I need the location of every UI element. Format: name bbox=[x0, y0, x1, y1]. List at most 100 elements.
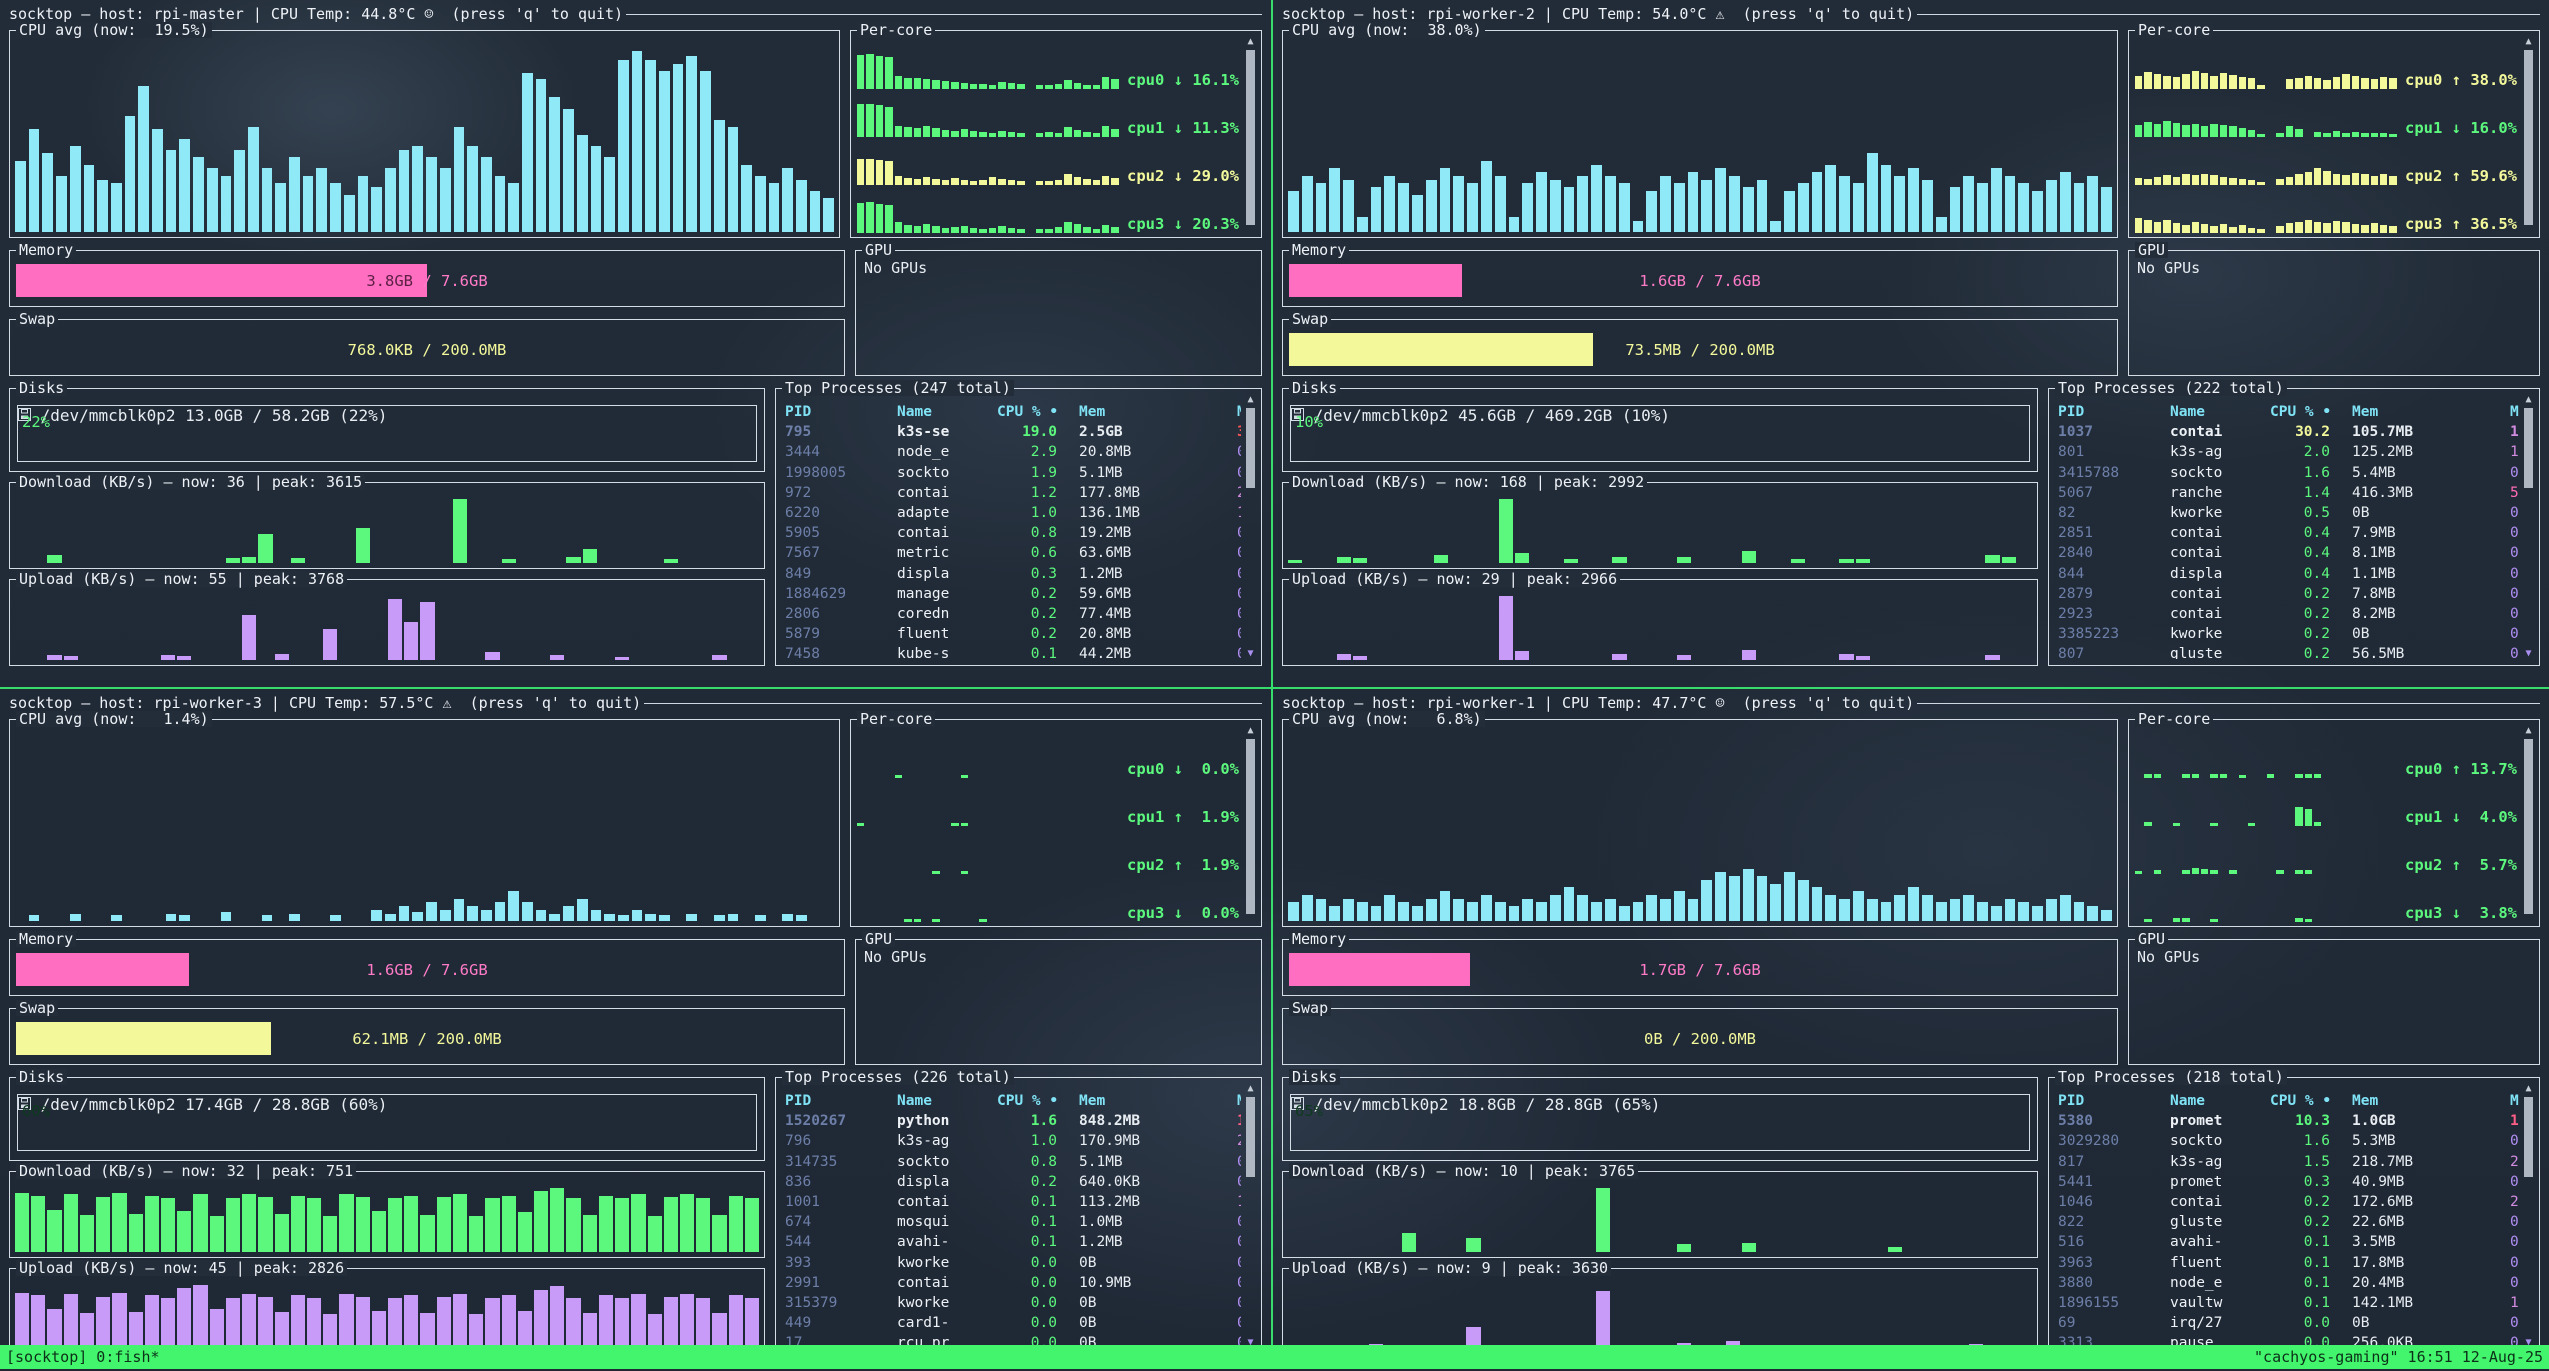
process-column-header[interactable]: Name bbox=[2170, 404, 2270, 420]
process-column-header[interactable]: Mem bbox=[1079, 404, 1237, 420]
scroll-up-icon[interactable]: ▲ bbox=[1244, 35, 1257, 48]
process-cell: 393 bbox=[785, 1255, 897, 1271]
scroll-down-icon[interactable]: ▼ bbox=[1244, 647, 1257, 660]
process-column-header[interactable]: Mem % bbox=[1237, 404, 1241, 420]
process-cell: 2840 bbox=[2058, 545, 2170, 561]
graph-bar bbox=[125, 116, 136, 232]
graph-bar bbox=[179, 139, 190, 233]
upload-panel: Upload (KB/s) — now: 9 | peak: 3630 bbox=[1282, 1268, 2038, 1345]
process-table: PIDNameCPU % •MemMem %795k3s-se19.02.5GB… bbox=[785, 402, 1241, 659]
scrollbar-thumb[interactable] bbox=[1246, 1097, 1255, 1177]
scroll-up-icon[interactable]: ▲ bbox=[2522, 393, 2535, 406]
graph-bar bbox=[566, 557, 580, 563]
graph-bar bbox=[604, 157, 615, 232]
graph-bar bbox=[549, 97, 560, 232]
disks-panel: Disks /dev/mmcblk0p2 45.6GB / 469.2GB (1… bbox=[1282, 388, 2038, 472]
graph-bar bbox=[1991, 906, 2002, 921]
scroll-up-icon[interactable]: ▲ bbox=[1244, 1082, 1257, 1095]
percore-scrollbar[interactable]: ▲ bbox=[2522, 724, 2535, 921]
process-scrollbar[interactable]: ▲ ▼ bbox=[2522, 1082, 2535, 1345]
process-column-header[interactable]: CPU % • bbox=[997, 1093, 1079, 1109]
process-column-header[interactable]: Mem bbox=[2352, 404, 2510, 420]
scroll-down-icon[interactable]: ▼ bbox=[1244, 1336, 1257, 1345]
process-scrollbar[interactable]: ▲ ▼ bbox=[1244, 1082, 1257, 1345]
process-column-header[interactable]: Mem % bbox=[2510, 1093, 2519, 1109]
scroll-up-icon[interactable]: ▲ bbox=[2522, 35, 2535, 48]
graph-bar bbox=[467, 146, 478, 232]
percore-scrollbar[interactable]: ▲ bbox=[1244, 724, 1257, 921]
graph-bar bbox=[2342, 175, 2349, 185]
process-column-header[interactable]: Name bbox=[897, 1093, 997, 1109]
scrollbar-thumb[interactable] bbox=[1246, 408, 1255, 488]
disk-usage-gauge: 22% bbox=[22, 413, 752, 455]
scroll-up-icon[interactable]: ▲ bbox=[1244, 393, 1257, 406]
graph-bar bbox=[2276, 226, 2283, 233]
process-column-header[interactable]: Mem % bbox=[2510, 404, 2519, 420]
process-column-header[interactable]: Mem % bbox=[1237, 1093, 1241, 1109]
scroll-up-icon[interactable]: ▲ bbox=[2522, 1082, 2535, 1095]
graph-bar bbox=[1867, 153, 1878, 232]
graph-bar bbox=[1619, 183, 1630, 232]
graph-bar bbox=[1894, 895, 1905, 921]
percore-scrollbar[interactable]: ▲ bbox=[2522, 35, 2535, 232]
graph-bar bbox=[914, 128, 921, 137]
process-column-header[interactable]: Mem bbox=[2352, 1093, 2510, 1109]
graph-bar bbox=[2314, 168, 2321, 185]
tmux-horizontal-divider-left[interactable] bbox=[0, 687, 1271, 689]
tmux-horizontal-divider-right[interactable] bbox=[1273, 687, 2549, 689]
process-column-header[interactable]: CPU % • bbox=[2270, 1093, 2352, 1109]
process-column-header[interactable]: PID bbox=[2058, 1093, 2170, 1109]
graph-bar bbox=[1660, 899, 1671, 921]
process-column-header[interactable]: CPU % • bbox=[997, 404, 1079, 420]
process-column-header[interactable]: Mem bbox=[1079, 1093, 1237, 1109]
scrollbar-thumb[interactable] bbox=[1246, 50, 1255, 225]
graph-bar bbox=[177, 1211, 191, 1252]
graph-bar bbox=[1922, 180, 1933, 232]
graph-bar bbox=[29, 915, 40, 921]
percore-scrollbar[interactable]: ▲ bbox=[1244, 35, 1257, 232]
disk-net-row: Disks /dev/mmcblk0p2 13.0GB / 58.2GB (22… bbox=[9, 388, 1262, 666]
process-cell: 3385223 bbox=[2058, 626, 2170, 642]
graph-bar bbox=[1536, 902, 1547, 921]
graph-bar bbox=[42, 153, 53, 232]
process-cell: 0.3 bbox=[997, 566, 1079, 582]
scrollbar-thumb[interactable] bbox=[1246, 739, 1255, 914]
process-scrollbar[interactable]: ▲ ▼ bbox=[2522, 393, 2535, 660]
tmux-window-list[interactable]: [socktop] 0:fish* bbox=[6, 1348, 160, 1366]
percore-panel: Per-core cpu0 ↓ 16.1%cpu1 ↓ 11.3%cpu2 ↓ … bbox=[850, 30, 1262, 238]
disk-percent-text: 60% bbox=[22, 1102, 752, 1120]
process-column-header[interactable]: PID bbox=[785, 404, 897, 420]
graph-bar bbox=[469, 1216, 483, 1252]
scrollbar-thumb[interactable] bbox=[2524, 408, 2533, 488]
process-column-header[interactable]: PID bbox=[2058, 404, 2170, 420]
gpu-label: GPU bbox=[2135, 931, 2168, 947]
disk-net-column: Disks /dev/mmcblk0p2 17.4GB / 28.8GB (60… bbox=[9, 1077, 765, 1345]
top-processes-panel: Top Processes (247 total) PIDNameCPU % •… bbox=[775, 388, 1262, 666]
scroll-up-icon[interactable]: ▲ bbox=[1244, 724, 1257, 737]
process-cell: 0.29% bbox=[2510, 1214, 2519, 1230]
graph-bar bbox=[1839, 176, 1850, 232]
graph-bar bbox=[1839, 899, 1850, 921]
graph-bar bbox=[1111, 129, 1118, 137]
scrollbar-thumb[interactable] bbox=[2524, 1097, 2533, 1177]
graph-bar bbox=[2087, 906, 2098, 921]
graph-bar bbox=[1337, 654, 1351, 660]
scroll-down-icon[interactable]: ▼ bbox=[2522, 647, 2535, 660]
process-cell: 0.2 bbox=[2270, 1194, 2352, 1210]
disks-panel: Disks /dev/mmcblk0p2 18.8GB / 28.8GB (65… bbox=[1282, 1077, 2038, 1161]
process-cell: 0.00% bbox=[2510, 505, 2519, 521]
process-column-header[interactable]: Name bbox=[2170, 1093, 2270, 1109]
process-scrollbar[interactable]: ▲ ▼ bbox=[1244, 393, 1257, 660]
graph-bar bbox=[1036, 229, 1043, 233]
scrollbar-thumb[interactable] bbox=[2524, 50, 2533, 225]
scrollbar-thumb[interactable] bbox=[2524, 739, 2533, 914]
tmux-vertical-divider[interactable] bbox=[1271, 0, 1273, 1345]
graph-bar bbox=[914, 226, 921, 233]
process-column-header[interactable]: Name bbox=[897, 404, 997, 420]
process-column-header[interactable]: CPU % • bbox=[2270, 404, 2352, 420]
graph-bar bbox=[2192, 71, 2199, 89]
scroll-down-icon[interactable]: ▼ bbox=[2522, 1336, 2535, 1345]
process-column-header[interactable]: PID bbox=[785, 1093, 897, 1109]
graph-bar bbox=[1509, 906, 1520, 921]
scroll-up-icon[interactable]: ▲ bbox=[2522, 724, 2535, 737]
